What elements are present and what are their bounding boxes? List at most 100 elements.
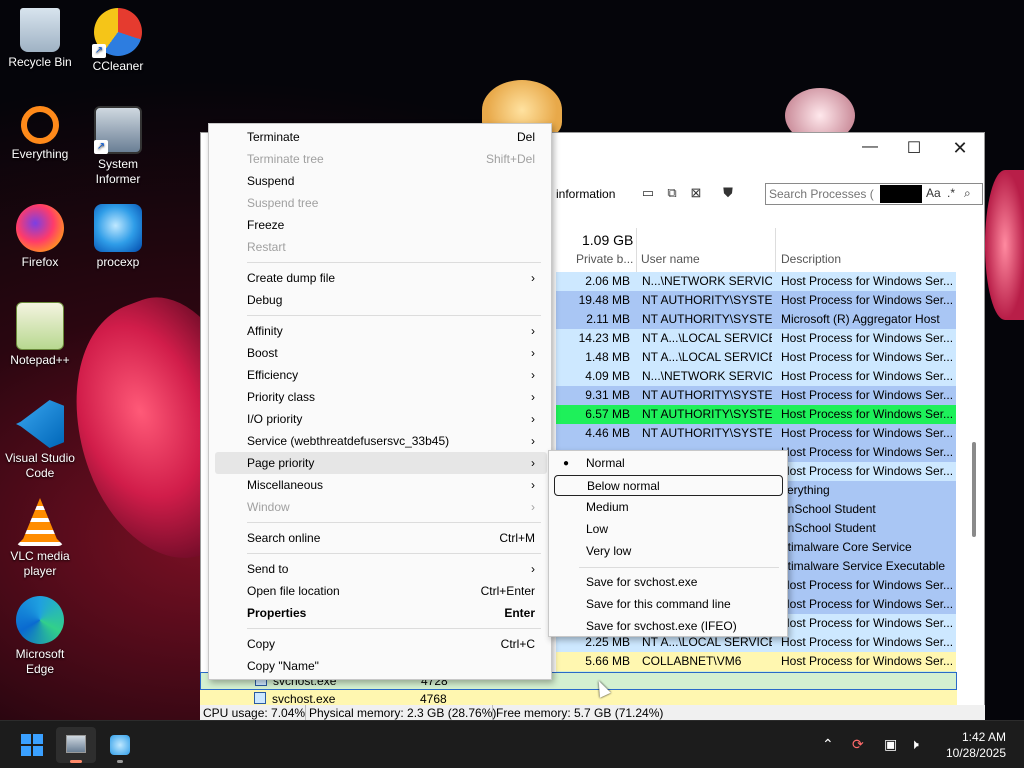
clock[interactable]: 1:42 AM 10/28/2025: [946, 729, 1006, 761]
description-cell: Host Process for Windows Ser...: [781, 616, 953, 630]
scrollbar-thumb[interactable]: [972, 442, 976, 537]
column-divider: [775, 228, 776, 272]
column-user-name[interactable]: User name: [641, 252, 700, 266]
submenu-item-save-for-exe[interactable]: Save for svchost.exe: [554, 572, 783, 593]
status-bar: CPU usage: 7.04% Physical memory: 2.3 GB…: [200, 705, 985, 721]
status-free-memory: Free memory: 5.7 GB (71.24%): [492, 705, 663, 721]
menu-separator: [247, 628, 541, 629]
table-row[interactable]: svchost.exe 4768: [200, 690, 957, 705]
menu-separator: [247, 262, 541, 263]
description-cell: Microsoft (R) Aggregator Host: [781, 312, 940, 326]
description-cell: ntimalware Service Executable: [781, 559, 946, 573]
toolbar-information-button[interactable]: information: [556, 187, 615, 201]
chevron-right-icon: ›: [531, 434, 535, 448]
start-button[interactable]: [12, 727, 52, 763]
private-bytes-cell: 19.48 MB: [578, 293, 630, 307]
desktop-icon-system-informer[interactable]: ↗ System Informer: [78, 106, 158, 187]
desktop-icon-label: CCleaner: [92, 59, 144, 73]
menu-item-send-to[interactable]: Send to ›: [215, 558, 547, 580]
chevron-up-icon[interactable]: ⌃: [822, 736, 834, 753]
menu-item-restart[interactable]: Restart: [215, 236, 547, 258]
menu-item-boost[interactable]: Boost ›: [215, 342, 547, 364]
close-window-icon[interactable]: ⊠: [688, 185, 704, 201]
taskbar: ⌃ ⟳ ▣ 🕨 1:42 AM 10/28/2025: [0, 720, 1024, 768]
submenu-item-save-ifeo[interactable]: Save for svchost.exe (IFEO): [554, 616, 783, 637]
menu-item-terminate[interactable]: Terminate Del: [215, 126, 547, 148]
minimize-button[interactable]: —: [850, 138, 890, 156]
menu-item-page-priority[interactable]: Page priority ›: [215, 452, 547, 474]
desktop-icon-ccleaner[interactable]: ↗ CCleaner: [78, 8, 158, 74]
desktop-icon-vscode[interactable]: Visual Studio Code: [0, 400, 80, 481]
menu-item-create-dump-file[interactable]: Create dump file ›: [215, 267, 547, 289]
chevron-right-icon: ›: [531, 412, 535, 426]
menu-item-suspend-tree[interactable]: Suspend tree: [215, 192, 547, 214]
private-bytes-cell: 4.09 MB: [585, 369, 630, 383]
speaker-muted-icon[interactable]: 🕨: [910, 736, 919, 753]
search-input[interactable]: [769, 186, 881, 202]
submenu-item-save-for-command-line[interactable]: Save for this command line: [554, 594, 783, 615]
close-button[interactable]: ✕: [940, 138, 980, 159]
chevron-right-icon: ›: [531, 271, 535, 285]
table-row[interactable]: 14.23 MB NT A...\LOCAL SERVICE Host Proces…: [556, 329, 956, 348]
menu-item-io-priority[interactable]: I/O priority ›: [215, 408, 547, 430]
menu-item-freeze[interactable]: Freeze: [215, 214, 547, 236]
search-icon[interactable]: ⌕: [964, 186, 971, 201]
regex-toggle[interactable]: .*: [947, 186, 955, 200]
desktop-icon-procexp[interactable]: procexp: [78, 204, 158, 270]
network-icon[interactable]: ▣: [884, 736, 897, 753]
column-description[interactable]: Description: [781, 252, 841, 266]
desktop-icon-edge[interactable]: Microsoft Edge: [0, 596, 80, 677]
menu-item-properties[interactable]: Properties Enter: [215, 602, 547, 624]
desktop-icon-vlc[interactable]: VLC media player: [0, 498, 80, 579]
menu-item-miscellaneous[interactable]: Miscellaneous ›: [215, 474, 547, 496]
window-icon[interactable]: ▭: [640, 185, 656, 201]
sync-icon[interactable]: ⟳: [852, 736, 864, 753]
table-row[interactable]: 19.48 MB NT AUTHORITY\SYSTEM Host Process …: [556, 291, 956, 310]
submenu-item-low[interactable]: Low: [554, 519, 783, 540]
table-row[interactable]: 5.66 MB COLLABNET\VM6 Host Process for Win…: [556, 652, 956, 671]
menu-item-affinity[interactable]: Affinity ›: [215, 320, 547, 342]
desktop-icon-label: System Informer: [95, 157, 141, 186]
column-private-bytes[interactable]: Private b...: [576, 252, 633, 266]
submenu-item-medium[interactable]: Medium: [554, 497, 783, 518]
search-box[interactable]: Aa .* ⌕: [765, 183, 983, 205]
firefox-icon: [16, 204, 64, 252]
vertical-scrollbar[interactable]: [966, 272, 982, 692]
desktop-icon-everything[interactable]: Everything: [0, 106, 80, 162]
submenu-item-very-low[interactable]: Very low: [554, 541, 783, 562]
case-sensitive-toggle[interactable]: Aa: [926, 186, 941, 200]
desktop-icon-label: procexp: [96, 255, 140, 269]
menu-item-debug[interactable]: Debug: [215, 289, 547, 311]
menu-item-suspend[interactable]: Suspend: [215, 170, 547, 192]
desktop-icon-recycle-bin[interactable]: Recycle Bin: [0, 8, 80, 70]
table-row[interactable]: 4.46 MB NT AUTHORITY\SYSTEM Host Process f…: [556, 424, 956, 443]
menu-item-service[interactable]: Service (webthreatdefusersvc_33b45) ›: [215, 430, 547, 452]
table-row[interactable]: 2.06 MB N...\NETWORK SERVICE Host Process …: [556, 272, 956, 291]
taskbar-app-system-informer[interactable]: [56, 727, 96, 763]
desktop-icon-firefox[interactable]: Firefox: [0, 204, 80, 270]
submenu-item-below-normal[interactable]: Below normal: [554, 475, 783, 496]
desktop-icon-notepadpp[interactable]: Notepad++: [0, 302, 80, 368]
menu-item-copy[interactable]: Copy Ctrl+C: [215, 633, 547, 655]
active-indicator: [70, 760, 82, 763]
shield-icon[interactable]: ⛊: [720, 185, 736, 201]
table-row[interactable]: 4.09 MB N...\NETWORK SERVICE Host Process …: [556, 367, 956, 386]
menu-item-efficiency[interactable]: Efficiency ›: [215, 364, 547, 386]
submenu-item-normal[interactable]: ● Normal: [554, 453, 783, 474]
taskbar-app-procexp[interactable]: [100, 727, 140, 763]
menu-item-window[interactable]: Window ›: [215, 496, 547, 518]
table-row[interactable]: 1.48 MB NT A...\LOCAL SERVICE Host Process…: [556, 348, 956, 367]
menu-item-terminate-tree[interactable]: Terminate tree Shift+Del: [215, 148, 547, 170]
menu-item-copy-name[interactable]: Copy "Name": [215, 655, 547, 677]
find-window-icon[interactable]: ⧉: [664, 185, 680, 201]
desktop-icon-label: VLC media player: [10, 549, 70, 578]
table-row[interactable]: 2.11 MB NT AUTHORITY\SYSTEM Microsoft (R) …: [556, 310, 956, 329]
menu-item-open-file-location[interactable]: Open file location Ctrl+Enter: [215, 580, 547, 602]
table-row[interactable]: 6.57 MB NT AUTHORITY\SYSTEM Host Process f…: [556, 405, 956, 424]
menu-item-priority-class[interactable]: Priority class ›: [215, 386, 547, 408]
table-row[interactable]: 9.31 MB NT AUTHORITY\SYSTEM Host Process f…: [556, 386, 956, 405]
maximize-button[interactable]: ☐: [894, 138, 934, 158]
user-name-cell: NT A...\LOCAL SERVICE: [642, 350, 772, 364]
menu-item-search-online[interactable]: Search online Ctrl+M: [215, 527, 547, 549]
description-cell: anSchool Student: [781, 502, 876, 516]
